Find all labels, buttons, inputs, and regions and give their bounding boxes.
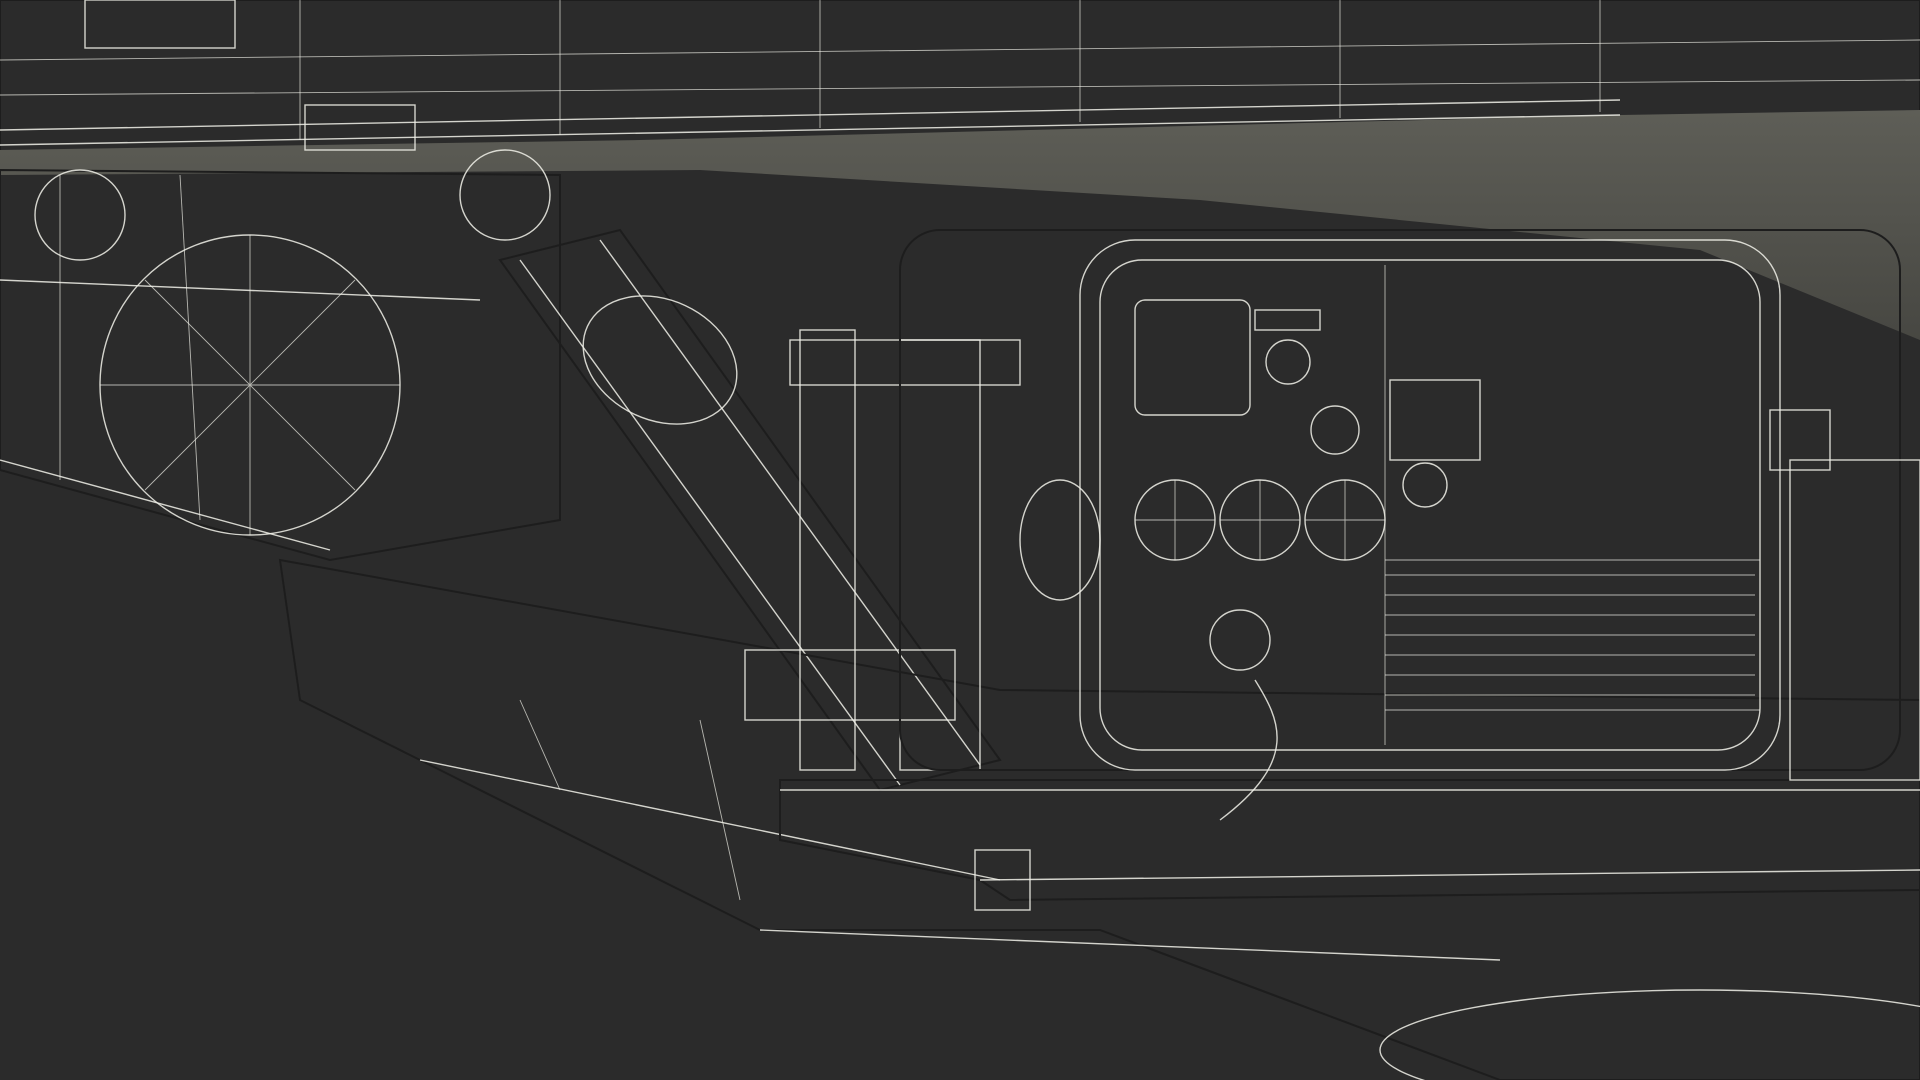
plug-outlet (1209, 609, 1271, 671)
upper-hull (0, 0, 1920, 340)
bolt-hub-left (34, 169, 126, 261)
hull-handle-mid (304, 104, 416, 151)
side-access-hatch (1389, 379, 1481, 461)
fuel-cap (1402, 462, 1448, 508)
arm-pivot (582, 295, 738, 425)
indicator-slot (1254, 309, 1321, 331)
generator-enclosure (899, 229, 1901, 821)
vent-grille (1385, 574, 1755, 696)
hull-handle-top (84, 0, 236, 49)
wireframe-render-scene (0, 0, 1920, 1080)
side-box (1769, 409, 1920, 781)
socket-row (1134, 479, 1386, 561)
generator-platform (779, 779, 1920, 911)
rotary-switch (1265, 339, 1311, 385)
display-window (1134, 299, 1251, 416)
lift-handle-frame (744, 329, 1101, 771)
diagonal-arm (498, 228, 1002, 792)
dial-knob (1310, 405, 1360, 455)
left-bracket (0, 149, 561, 562)
